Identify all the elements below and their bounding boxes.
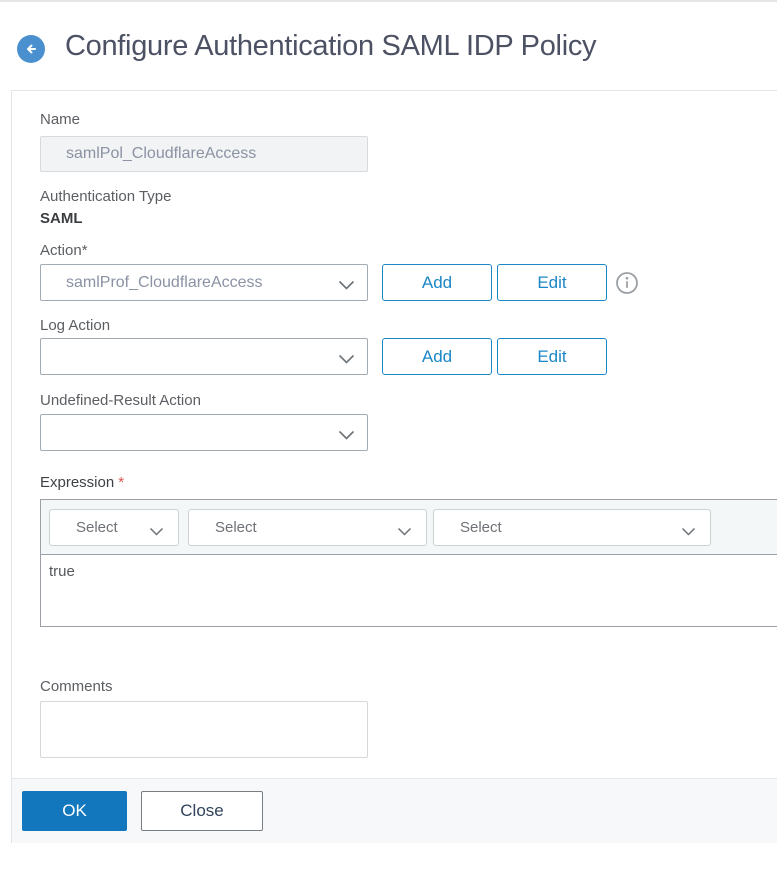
action-edit-button[interactable]: Edit <box>497 264 607 301</box>
chevron-down-icon <box>338 428 355 446</box>
chevron-down-icon <box>149 524 164 542</box>
expression-select-2[interactable]: Select <box>188 509 427 546</box>
undefined-result-action-label: Undefined-Result Action <box>40 392 201 409</box>
expression-toolbar: Select Select Select <box>41 500 777 555</box>
arrow-left-icon <box>23 41 39 57</box>
undefined-result-action-select[interactable] <box>40 414 368 451</box>
expression-label: Expression * <box>40 474 125 491</box>
chevron-down-icon <box>681 524 696 542</box>
required-asterisk: * <box>118 474 125 491</box>
expression-editor: Select Select Select true <box>40 499 777 627</box>
comments-input[interactable] <box>40 701 368 758</box>
ok-button[interactable]: OK <box>22 791 127 831</box>
expression-select-3[interactable]: Select <box>433 509 711 546</box>
back-button[interactable] <box>17 35 45 63</box>
log-action-edit-button[interactable]: Edit <box>497 338 607 375</box>
page-title: Configure Authentication SAML IDP Policy <box>65 30 597 62</box>
expression-input[interactable]: true <box>41 556 777 626</box>
action-label: Action* <box>40 242 88 259</box>
expression-select-2-value: Select <box>215 519 257 536</box>
action-select[interactable]: samlProf_CloudflareAccess <box>40 264 368 301</box>
log-action-label: Log Action <box>40 317 111 334</box>
action-add-button[interactable]: Add <box>382 264 492 301</box>
close-button[interactable]: Close <box>141 791 263 831</box>
comments-label: Comments <box>40 678 113 695</box>
info-icon[interactable] <box>615 271 639 300</box>
configure-saml-idp-policy-page: Configure Authentication SAML IDP Policy… <box>0 0 777 877</box>
chevron-down-icon <box>397 524 412 542</box>
name-input <box>40 136 368 172</box>
expression-select-1[interactable]: Select <box>49 509 179 546</box>
authentication-type-label: Authentication Type <box>40 188 172 205</box>
chevron-down-icon <box>338 278 355 296</box>
action-select-value: samlProf_CloudflareAccess <box>66 273 263 291</box>
expression-select-3-value: Select <box>460 519 502 536</box>
log-action-add-button[interactable]: Add <box>382 338 492 375</box>
authentication-type-value: SAML <box>40 210 83 227</box>
name-label: Name <box>40 111 81 128</box>
chevron-down-icon <box>338 352 355 370</box>
log-action-select[interactable] <box>40 338 368 375</box>
